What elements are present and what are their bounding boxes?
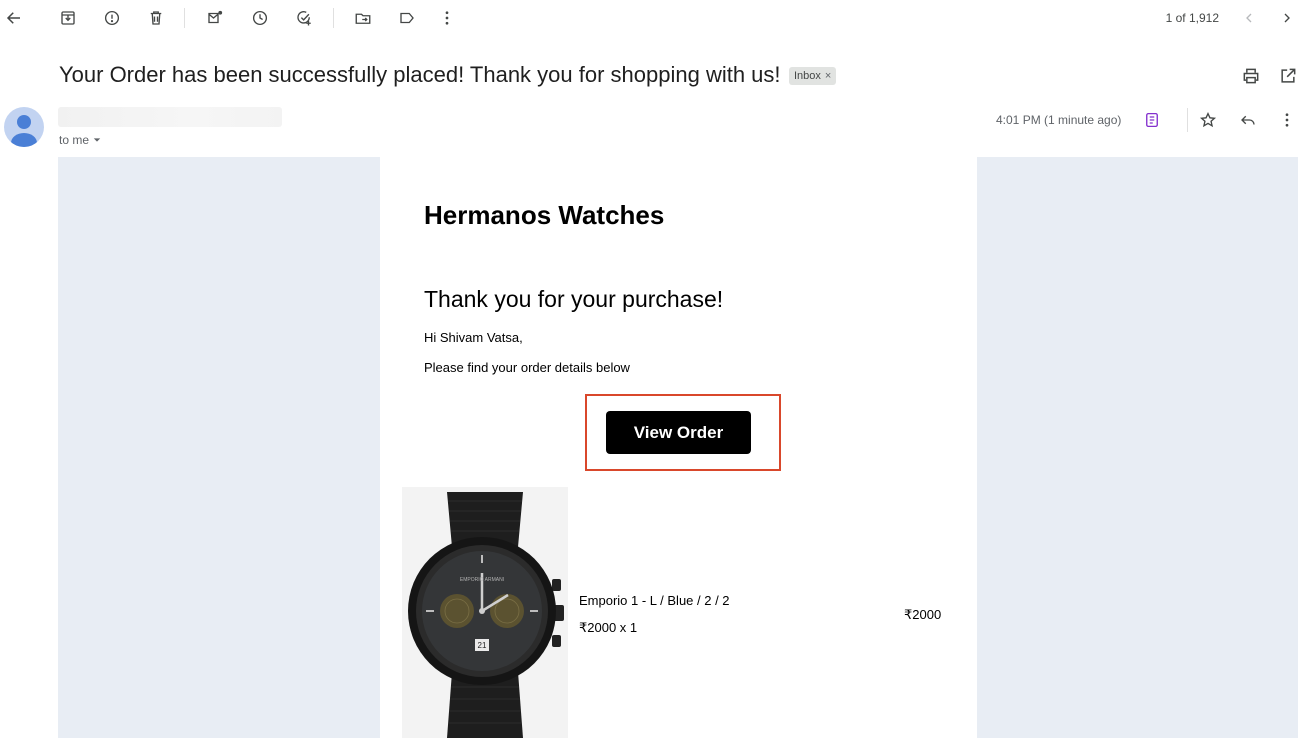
newer-email-chevron-icon[interactable] [1239,8,1259,28]
inbox-label-text: Inbox [794,70,821,82]
product-line-total: ₹2000 [904,607,942,622]
inbox-label-chip[interactable]: Inbox × [789,67,837,85]
caret-down-icon [93,138,101,142]
delete-icon[interactable] [146,8,166,28]
reply-icon[interactable] [1238,110,1258,130]
more-options-icon[interactable] [437,8,457,28]
recipient-text: to me [59,133,90,147]
add-task-icon[interactable] [294,8,314,28]
email-subject: Your Order has been successfully placed!… [59,62,781,87]
star-icon[interactable] [1198,110,1218,130]
avatar[interactable] [4,107,44,147]
sender-name-redacted [58,107,282,127]
older-email-chevron-icon[interactable] [1277,8,1297,28]
back-arrow-icon[interactable] [4,8,24,28]
notes-icon[interactable] [1142,110,1162,130]
toolbar: 1 of 1,912 [0,0,1303,36]
svg-text:EMPORIO ARMANI: EMPORIO ARMANI [460,577,504,583]
toolbar-divider [333,8,334,28]
product-name: Emporio 1 - L / Blue / 2 / 2 [579,593,730,608]
message-more-icon[interactable] [1277,110,1297,130]
recipient-details[interactable]: to me [59,133,101,147]
product-price-quantity: ₹2000 x 1 [579,620,638,635]
print-icon[interactable] [1241,66,1261,86]
archive-icon[interactable] [58,8,78,28]
store-brand-name: Hermanos Watches [424,200,665,230]
snooze-icon[interactable] [250,8,270,28]
remove-label-icon[interactable]: × [825,70,831,82]
move-to-icon[interactable] [353,8,373,28]
pagination-count: 1 of 1,912 [1165,11,1219,25]
order-intro-text: Please find your order details below [424,360,630,375]
report-spam-icon[interactable] [102,8,122,28]
thank-you-heading: Thank you for your purchase! [424,286,724,312]
label-icon[interactable] [397,8,417,28]
view-order-button[interactable]: View Order [606,411,751,454]
mark-unread-icon[interactable] [205,8,225,28]
email-timestamp: 4:01 PM (1 minute ago) [996,113,1122,127]
customer-greeting: Hi Shivam Vatsa, [424,330,523,345]
product-watch-image: 21 EMPORIO ARMANI [402,487,568,738]
open-in-new-window-icon[interactable] [1278,66,1298,86]
svg-text:21: 21 [478,641,487,650]
toolbar-divider [184,8,185,28]
row-divider [1187,108,1188,132]
